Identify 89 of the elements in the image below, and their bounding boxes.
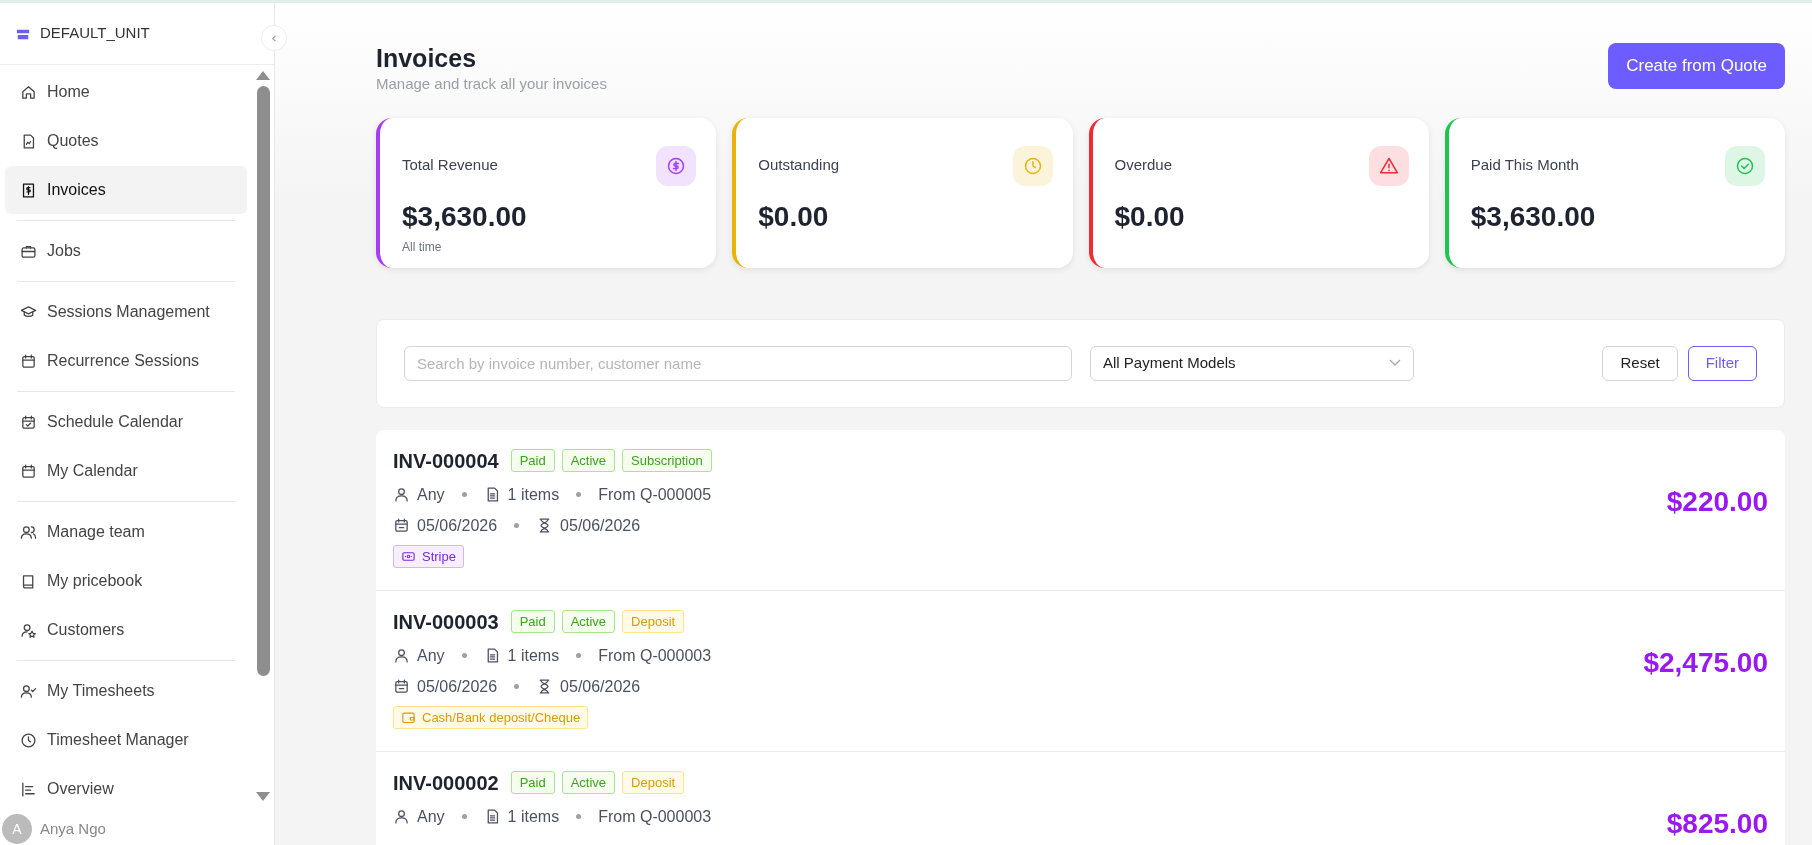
chevron-down-icon <box>1389 359 1401 367</box>
status-tag: Active <box>561 770 616 795</box>
stat-label: Total Revenue <box>402 154 498 175</box>
sidebar-item[interactable]: My pricebook <box>5 557 247 605</box>
check-circle-icon <box>1735 155 1755 176</box>
scrollbar-drawing[interactable] <box>256 71 270 801</box>
calendar-icon <box>20 352 37 370</box>
item-count: 1 items <box>507 484 560 505</box>
calendar-icon <box>393 517 410 534</box>
sidebar-item[interactable]: Manage team <box>5 508 247 556</box>
warning-icon <box>1378 155 1399 176</box>
chevron-left-icon <box>269 33 279 43</box>
calendar-check-icon <box>20 413 37 431</box>
user-avatar: A <box>2 814 32 844</box>
sidebar-item[interactable]: My Calendar <box>5 447 247 495</box>
users-icon <box>20 523 37 541</box>
status-tag: Active <box>561 448 616 473</box>
stat-label: Outstanding <box>758 154 840 175</box>
stat-value: $3,630.00 <box>1470 199 1597 234</box>
status-tag: Active <box>561 609 616 634</box>
status-tag: Paid <box>510 770 555 795</box>
create-from-quote-button[interactable]: Create from Quote <box>1608 43 1785 89</box>
sidebar-item[interactable]: Home <box>5 68 247 116</box>
calendar-icon <box>393 678 410 695</box>
customer-name: Any <box>417 484 445 505</box>
stat-label: Overdue <box>1114 154 1173 175</box>
sidebar-item[interactable]: My Timesheets <box>5 667 247 715</box>
search-field[interactable]: Search by invoice number, customer name <box>404 345 1072 381</box>
issue-date: 05/06/2026 <box>417 515 498 536</box>
invoice-number: INV-000003 <box>393 609 499 635</box>
wallet-icon <box>401 709 416 725</box>
issue-date: 05/06/2026 <box>417 676 498 697</box>
invoice-row[interactable]: INV-000003 Paid Active Deposit Any 1 items From Q-000003 05/06/2026 05/06/2026 Cash/Bank deposit/Cheque $2,475.00 <box>376 590 1785 752</box>
stat-value: $0.00 <box>758 199 830 234</box>
person-icon <box>393 808 410 825</box>
quote-reference: From Q-000005 <box>598 484 712 505</box>
sidebar-item[interactable]: Sessions Management <box>5 288 247 336</box>
sidebar-item[interactable]: Timesheet Manager <box>5 716 247 764</box>
item-count: 1 items <box>507 806 560 827</box>
quote-reference: From Q-000003 <box>598 645 712 666</box>
sidebar-item[interactable]: Jobs <box>5 227 247 275</box>
sidebar-item[interactable]: Schedule Calendar <box>5 398 247 446</box>
sidebar-item[interactable]: Quotes <box>5 117 247 165</box>
status-tag: Paid <box>510 609 555 634</box>
person-icon <box>393 486 410 503</box>
user-star-icon <box>20 621 37 639</box>
invoice-amount: $220.00 <box>1666 485 1768 518</box>
dollar-icon <box>666 155 687 176</box>
user-name: Anya Ngo <box>40 818 106 839</box>
stat-note: All time <box>402 238 443 256</box>
page-title: Invoices <box>376 43 478 73</box>
sidebar-item[interactable]: Invoices <box>5 166 247 214</box>
due-date: 05/06/2026 <box>560 515 641 536</box>
customer-name: Any <box>417 645 445 666</box>
stat-label: Paid This Month <box>1470 154 1579 175</box>
person-icon <box>393 647 410 664</box>
item-count: 1 items <box>507 645 560 666</box>
status-tag: Deposit <box>622 609 685 634</box>
clock-icon <box>1022 155 1043 176</box>
filter-button[interactable]: Filter <box>1687 345 1757 381</box>
clock-icon <box>20 731 37 749</box>
reset-button[interactable]: Reset <box>1602 345 1678 381</box>
home-icon <box>20 83 37 101</box>
status-tag: Deposit <box>622 770 685 795</box>
payment-method-tag: Stripe <box>393 544 464 568</box>
invoice-number: INV-000002 <box>393 770 499 796</box>
page-subtitle: Manage and track all your invoices <box>376 74 607 94</box>
user-check-icon <box>20 682 37 700</box>
sidebar-item[interactable]: Customers <box>5 606 247 654</box>
invoice-amount: $825.00 <box>1666 807 1768 840</box>
sidebar-item[interactable]: Recurrence Sessions <box>5 337 247 385</box>
customer-name: Any <box>417 806 445 827</box>
status-tag: Paid <box>510 448 555 473</box>
calendar-icon <box>20 462 37 480</box>
dollar-receipt-icon <box>20 181 37 199</box>
payment-model-select[interactable]: All Payment Models <box>1090 345 1414 381</box>
sidebar-item[interactable]: Overview <box>5 765 247 813</box>
invoice-amount: $2,475.00 <box>1643 646 1768 679</box>
stat-value: $3,630.00 <box>402 199 528 234</box>
stat-value: $0.00 <box>1114 199 1186 234</box>
unit-name: DEFAULT_UNIT <box>40 23 150 44</box>
invoice-row[interactable]: INV-000002 Paid Active Deposit Any 1 items From Q-000003 $825.00 <box>376 751 1785 845</box>
invoice-number: INV-000004 <box>393 448 499 474</box>
chart-bars-icon <box>20 780 37 798</box>
due-date: 05/06/2026 <box>560 676 641 697</box>
payment-method-tag: Cash/Bank deposit/Cheque <box>393 705 589 729</box>
quote-reference: From Q-000003 <box>598 806 712 827</box>
invoice-row[interactable]: INV-000004 Paid Active Subscription Any 1 items From Q-000005 05/06/2026 05/06/2026 Stripe $220.00 <box>376 429 1785 591</box>
status-tag: Subscription <box>622 448 712 473</box>
